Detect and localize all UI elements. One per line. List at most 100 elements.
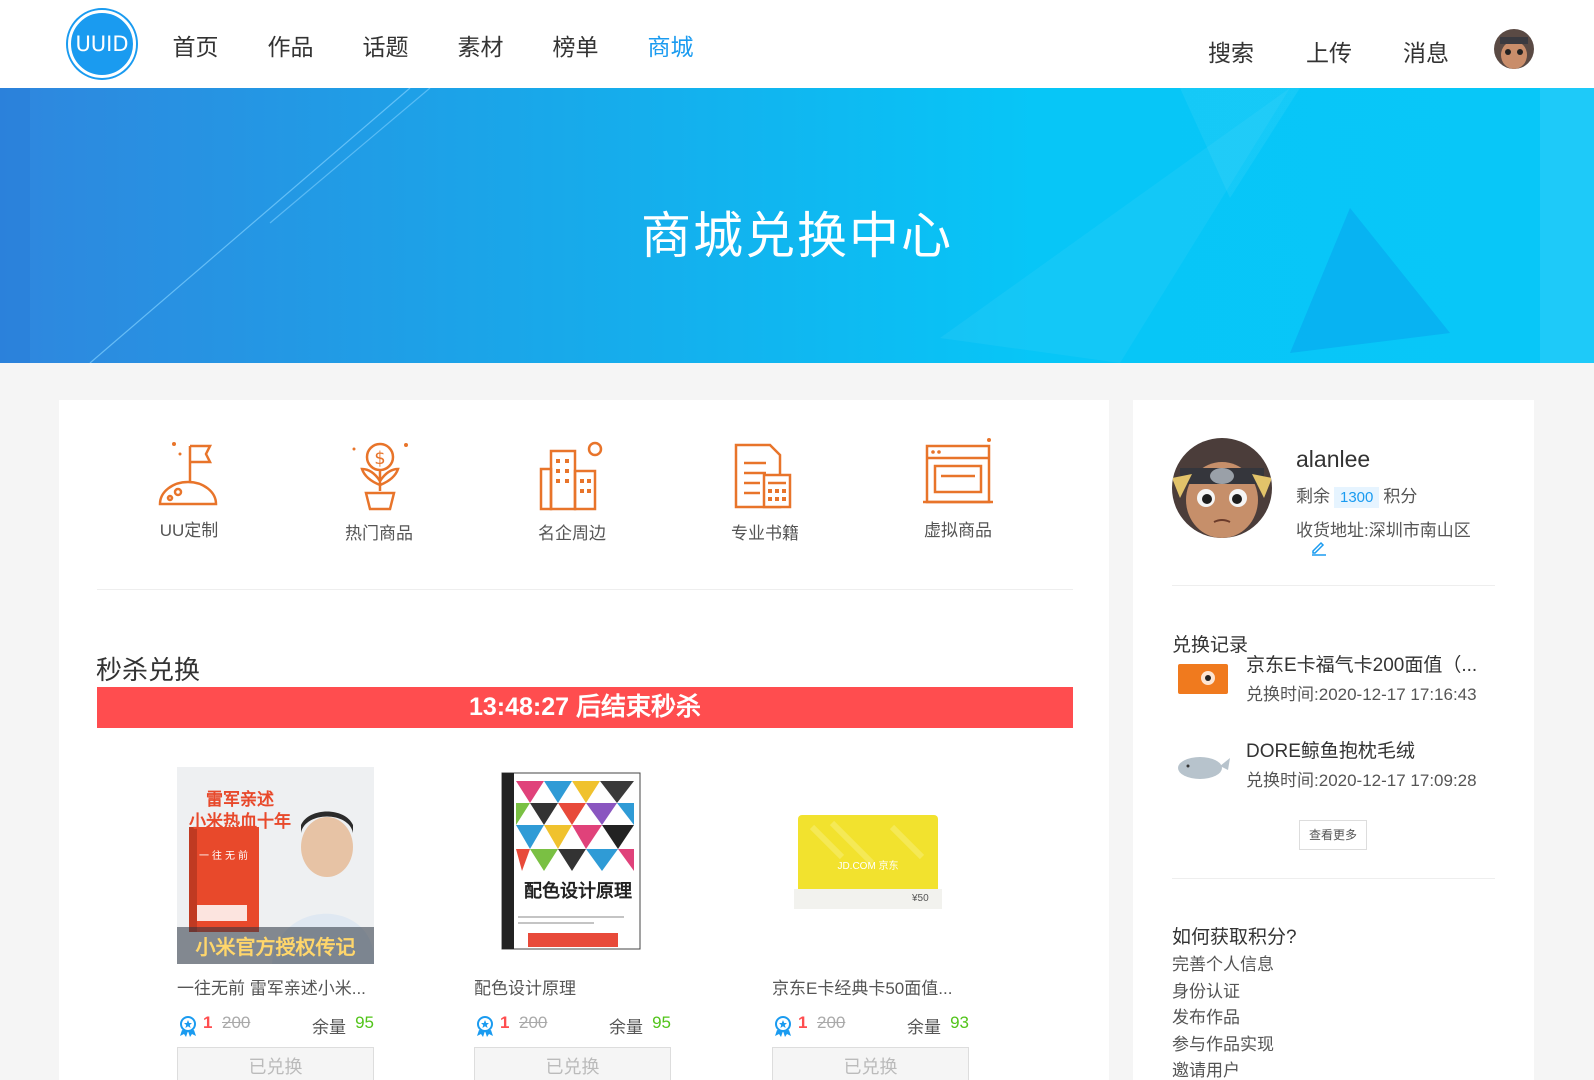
- points-unit: 积分: [1383, 487, 1418, 506]
- remain-label: 剩余: [1296, 487, 1330, 506]
- product-old-price: 200: [519, 1013, 548, 1032]
- howto-title: 如何获取积分?: [1172, 927, 1297, 948]
- product-image[interactable]: 雷军亲述 小米热血十年 一往无前 小米官方授权传记: [177, 767, 374, 964]
- address-value: 深圳市南山区: [1368, 521, 1471, 540]
- cover-footer: 小米官方授权传记: [195, 937, 356, 959]
- cover-line: 小米热血十年: [189, 812, 291, 831]
- redeemed-button[interactable]: 已兑换: [177, 1047, 374, 1080]
- product-price: 1: [798, 1013, 808, 1032]
- product-image[interactable]: JD.COM 京东 ¥50: [772, 767, 969, 964]
- banner-title: 商城兑换中心: [641, 208, 953, 264]
- product-card[interactable]: 雷军亲述 小米热血十年 一往无前 小米官方授权传记 一往无前 雷军亲述小米...…: [177, 767, 374, 1080]
- product-old-price: 200: [222, 1013, 251, 1032]
- record-thumbnail: [1172, 740, 1234, 786]
- record-item[interactable]: DORE鲸鱼抱枕毛绒 兑换时间:2020-12-17 17:09:28: [1172, 736, 1502, 796]
- top-navbar: UUID 首页 作品 话题 素材 榜单 商城 搜索 上传 消息: [0, 0, 1594, 88]
- category-label: 名企周边: [538, 524, 606, 543]
- category-label: 热门商品: [345, 524, 413, 543]
- hero-banner: 商城兑换中心: [0, 88, 1594, 363]
- medal-icon: [180, 1016, 196, 1037]
- card-brand: JD.COM 京东: [837, 861, 899, 872]
- category-label: UU定制: [159, 521, 219, 540]
- stock-label: 余量: [312, 1018, 346, 1037]
- flash-sale-title: 秒杀兑换: [96, 655, 201, 685]
- countdown-time: 13:48:27: [468, 693, 570, 721]
- upload-link[interactable]: 上传: [1306, 34, 1352, 68]
- product-meta: 1 200 余量 95: [474, 1013, 671, 1043]
- nav-rankings[interactable]: 榜单: [528, 28, 623, 62]
- nav-works[interactable]: 作品: [243, 28, 338, 62]
- cover-tag: 一往无前: [199, 851, 251, 862]
- howto-item[interactable]: 参与作品实现: [1172, 1032, 1274, 1059]
- nav-home[interactable]: 首页: [148, 28, 243, 62]
- divider: [1172, 878, 1495, 879]
- countdown-suffix: 后结束秒杀: [569, 693, 702, 721]
- cover-title: 配色设计原理: [524, 881, 632, 901]
- profile-points-row: 剩余 1300 积分: [1296, 482, 1417, 508]
- nav-materials[interactable]: 素材: [433, 28, 528, 62]
- product-card[interactable]: JD.COM 京东 ¥50 京东E卡经典卡50面值... 1 200 余量 93…: [772, 767, 969, 1080]
- record-name: 京东E卡福气卡200面值（...: [1246, 655, 1478, 676]
- category-label: 专业书籍: [731, 524, 799, 543]
- main-nav: 首页 作品 话题 素材 榜单 商城: [148, 28, 718, 62]
- stock-label: 余量: [907, 1018, 941, 1037]
- flag-planet-icon: [158, 442, 218, 506]
- product-name[interactable]: 配色设计原理: [474, 974, 671, 999]
- record-item[interactable]: 京东E卡福气卡200面值（... 兑换时间:2020-12-17 17:16:4…: [1172, 650, 1502, 710]
- user-sidebar: alanlee 剩余 1300 积分 收货地址:深圳市南山区 兑换记录 京东E卡福气…: [1133, 400, 1534, 1080]
- divider: [1172, 585, 1495, 586]
- stock-value: 93: [950, 1013, 969, 1032]
- record-name: DORE鲸鱼抱枕毛绒: [1246, 741, 1415, 762]
- category-label: 虚拟商品: [924, 521, 992, 540]
- howto-item[interactable]: 邀请用户: [1172, 1058, 1274, 1080]
- svg-text:$: $: [374, 448, 385, 469]
- stock-value: 95: [652, 1013, 671, 1032]
- product-image[interactable]: 配色设计原理: [474, 767, 671, 964]
- howto-list: 完善个人信息 身份认证 发布作品 参与作品实现 邀请用户: [1172, 952, 1274, 1080]
- buildings-icon: [539, 441, 603, 511]
- address-label: 收货地址:: [1296, 521, 1369, 540]
- product-old-price: 200: [817, 1013, 846, 1032]
- medal-icon: [477, 1016, 493, 1037]
- product-name[interactable]: 京东E卡经典卡50面值...: [772, 974, 969, 999]
- product-price: 1: [500, 1013, 510, 1032]
- medal-icon: [775, 1016, 791, 1037]
- category-uu-custom[interactable]: UU定制: [119, 432, 259, 541]
- edit-icon[interactable]: [1310, 538, 1328, 556]
- divider: [97, 589, 1073, 590]
- search-link[interactable]: 搜索: [1208, 34, 1254, 68]
- user-avatar[interactable]: [1494, 29, 1534, 69]
- product-price: 1: [203, 1013, 213, 1032]
- category-hot[interactable]: $ 热门商品: [309, 435, 449, 544]
- record-time: 兑换时间:2020-12-17 17:09:28: [1246, 771, 1477, 790]
- cover-line: 雷军亲述: [206, 790, 274, 809]
- site-logo[interactable]: UUID: [68, 10, 136, 78]
- card-value: ¥50: [912, 893, 929, 904]
- howto-item[interactable]: 发布作品: [1172, 1005, 1274, 1032]
- mall-main-panel: UU定制 $ 热门商品 名企周边 专业书籍 虚拟商品 秒杀兑换 13:48:27…: [59, 400, 1109, 1080]
- browser-window-icon: [923, 438, 993, 504]
- profile-username: alanlee: [1296, 446, 1371, 472]
- view-more-button[interactable]: 查看更多: [1299, 820, 1367, 850]
- howto-item[interactable]: 身份认证: [1172, 979, 1274, 1006]
- document-calculator-icon: [734, 443, 792, 509]
- category-brand-merch[interactable]: 名企周边: [502, 435, 642, 544]
- record-thumbnail: [1172, 654, 1234, 700]
- points-badge: 1300: [1334, 487, 1380, 508]
- product-meta: 1 200 余量 93: [772, 1013, 969, 1043]
- nav-mall[interactable]: 商城: [623, 28, 718, 62]
- money-plant-icon: $: [352, 442, 408, 511]
- flash-countdown-bar: 13:48:27 后结束秒杀: [97, 687, 1073, 728]
- nav-topics[interactable]: 话题: [338, 28, 433, 62]
- profile-avatar[interactable]: [1172, 438, 1272, 538]
- redeemed-button[interactable]: 已兑换: [772, 1047, 969, 1080]
- stock-label: 余量: [609, 1018, 643, 1037]
- redeemed-button[interactable]: 已兑换: [474, 1047, 671, 1080]
- product-card[interactable]: 配色设计原理 配色设计原理 1 200 余量 95 已兑换: [474, 767, 671, 1080]
- messages-link[interactable]: 消息: [1403, 34, 1449, 68]
- howto-item[interactable]: 完善个人信息: [1172, 952, 1274, 979]
- record-time: 兑换时间:2020-12-17 17:16:43: [1246, 685, 1477, 704]
- product-name[interactable]: 一往无前 雷军亲述小米...: [177, 974, 374, 999]
- category-virtual[interactable]: 虚拟商品: [888, 432, 1028, 541]
- category-books[interactable]: 专业书籍: [695, 435, 835, 544]
